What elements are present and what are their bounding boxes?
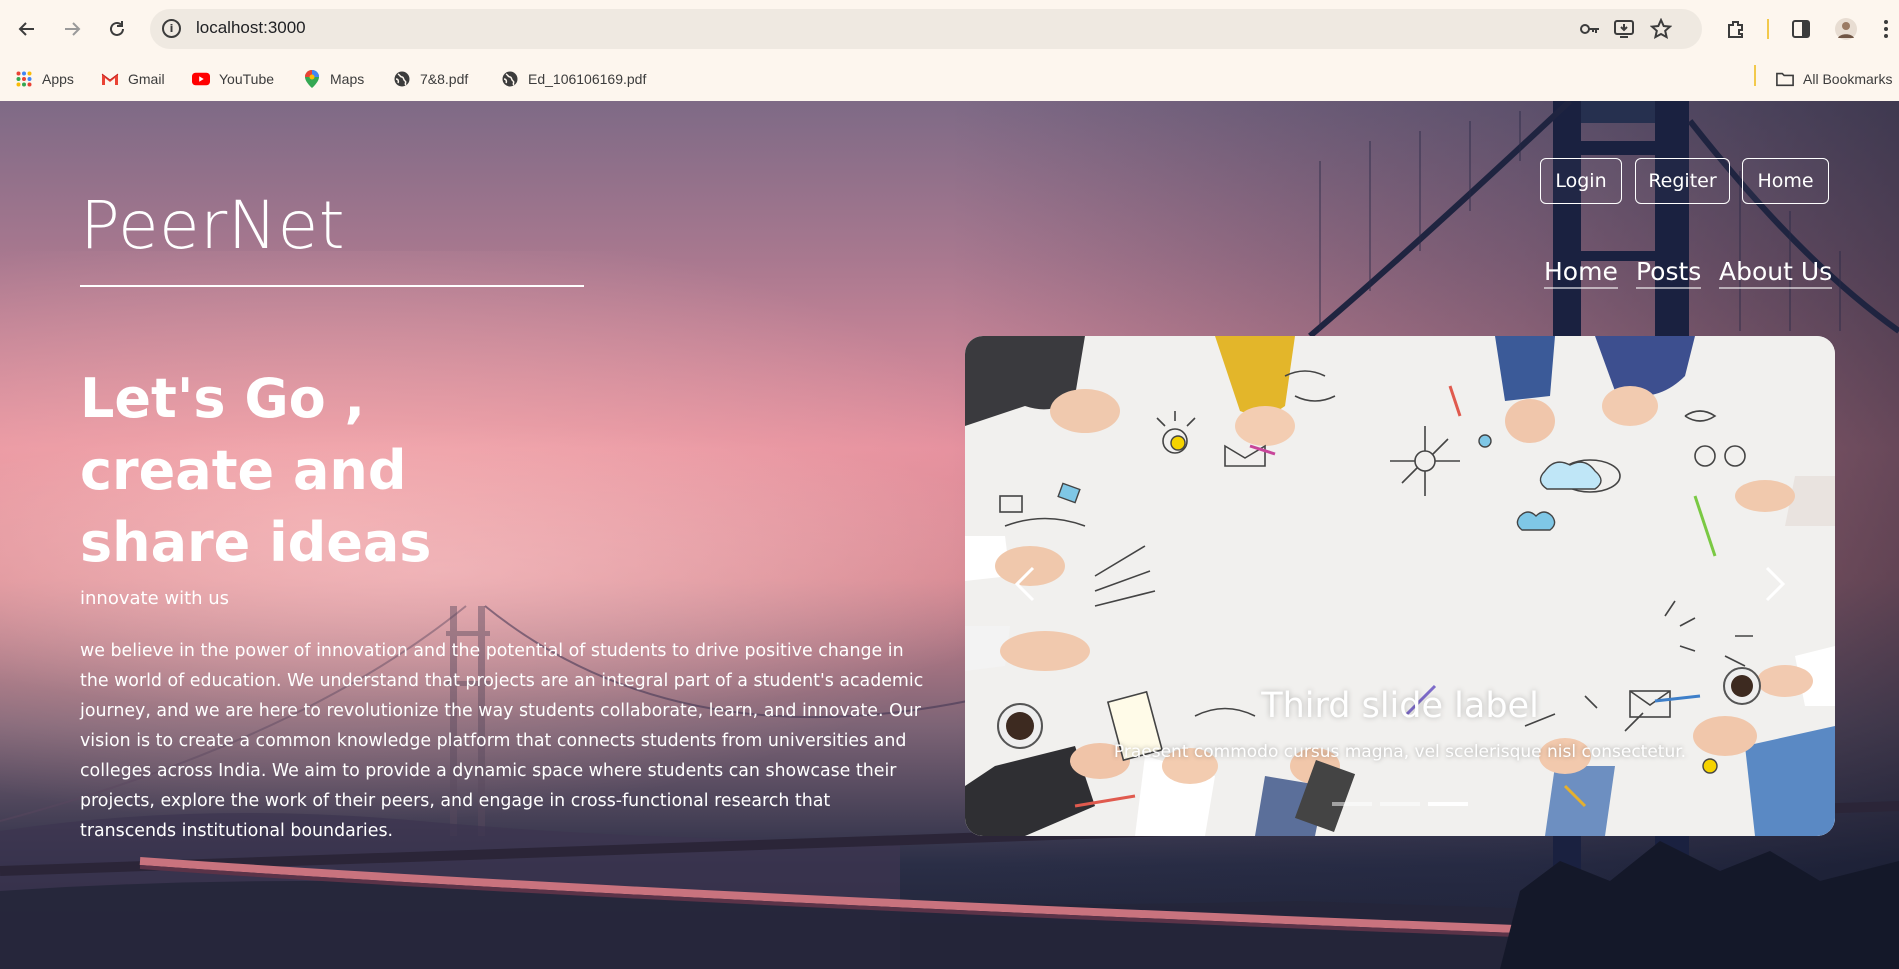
hero-heading-line-3: share ideas: [80, 511, 432, 574]
browser-chrome: i localhost:3000 Apps Gmail YouTube Maps…: [0, 0, 1899, 101]
bookmark-pdf-1[interactable]: 7&8.pdf: [393, 66, 468, 92]
toolbar-divider: [1767, 19, 1769, 39]
address-bar[interactable]: i localhost:3000: [150, 9, 1702, 49]
hero-tagline: innovate with us: [80, 588, 230, 609]
bookmark-label: Gmail: [128, 71, 165, 87]
nav-link-home[interactable]: Home: [1544, 257, 1618, 289]
bookmarks-divider: [1754, 65, 1756, 86]
bookmark-gmail[interactable]: Gmail: [101, 66, 165, 92]
bookmark-star-icon[interactable]: [1649, 17, 1673, 41]
image-carousel: Third slide label Praesent commodo cursu…: [965, 336, 1835, 836]
brand-logo-text[interactable]: PeerNet: [80, 187, 345, 264]
chevron-left-icon: [1014, 566, 1035, 602]
youtube-icon: [192, 70, 210, 88]
all-bookmarks-label: All Bookmarks: [1803, 71, 1893, 87]
bookmark-label: Apps: [42, 71, 74, 87]
maps-pin-icon: [303, 70, 321, 88]
bookmark-pdf-2[interactable]: Ed_106106169.pdf: [501, 66, 646, 92]
register-button[interactable]: Regiter: [1635, 158, 1730, 204]
bookmark-label: Ed_106106169.pdf: [528, 71, 647, 87]
globe-icon: [501, 70, 519, 88]
password-key-icon[interactable]: [1578, 17, 1602, 41]
bookmark-label: Maps: [330, 71, 365, 87]
bookmark-label: YouTube: [219, 71, 275, 87]
reload-icon[interactable]: [102, 14, 132, 44]
side-panel-icon[interactable]: [1787, 15, 1815, 43]
hero-heading-line-1: Let's Go ,: [80, 367, 366, 430]
bookmark-youtube[interactable]: YouTube: [192, 66, 274, 92]
all-bookmarks[interactable]: All Bookmarks: [1776, 66, 1892, 92]
globe-icon: [393, 70, 411, 88]
forward-arrow-icon[interactable]: [57, 14, 87, 44]
back-arrow-icon[interactable]: [12, 14, 42, 44]
bookmark-apps[interactable]: Apps: [15, 66, 74, 92]
carousel-indicators: [965, 802, 1835, 806]
bookmarks-bar: Apps Gmail YouTube Maps 7&8.pdf Ed_10610…: [0, 58, 1899, 101]
extensions-puzzle-icon[interactable]: [1722, 15, 1750, 43]
folder-icon: [1776, 70, 1794, 88]
url-text[interactable]: localhost:3000: [196, 18, 306, 38]
carousel-caption-title: Third slide label: [1261, 686, 1539, 726]
browser-toolbar: i localhost:3000: [0, 0, 1899, 58]
home-button[interactable]: Home: [1742, 158, 1829, 204]
menu-dots-icon[interactable]: [1876, 15, 1896, 43]
apps-grid-icon: [15, 70, 33, 88]
page-viewport: PeerNet Login Regiter Home Home Posts Ab…: [0, 101, 1899, 969]
hero-heading: Let's Go , create and share ideas: [80, 363, 440, 579]
about-paragraph: we believe in the power of innovation an…: [80, 641, 924, 841]
nav-link-about-us[interactable]: About Us: [1719, 257, 1833, 289]
bookmark-maps[interactable]: Maps: [303, 66, 364, 92]
bookmark-label: 7&8.pdf: [420, 71, 469, 87]
chevron-right-icon: [1765, 566, 1786, 602]
profile-avatar[interactable]: [1832, 15, 1860, 43]
carousel-indicator-1[interactable]: [1332, 802, 1372, 806]
login-button[interactable]: Login: [1540, 158, 1622, 204]
carousel-prev-button[interactable]: [995, 554, 1055, 614]
brand-underline: [80, 285, 584, 287]
carousel-indicator-3[interactable]: [1428, 802, 1468, 806]
site-info-icon[interactable]: i: [162, 19, 181, 38]
carousel-caption-text: Praesent commodo cursus magna, vel scele…: [1113, 742, 1687, 762]
nav-link-posts[interactable]: Posts: [1636, 257, 1702, 289]
install-app-icon[interactable]: [1612, 17, 1636, 41]
carousel-indicator-2[interactable]: [1380, 802, 1420, 806]
gmail-icon: [101, 70, 119, 88]
hero-heading-line-2: create and: [80, 439, 407, 502]
carousel-next-button[interactable]: [1745, 554, 1805, 614]
